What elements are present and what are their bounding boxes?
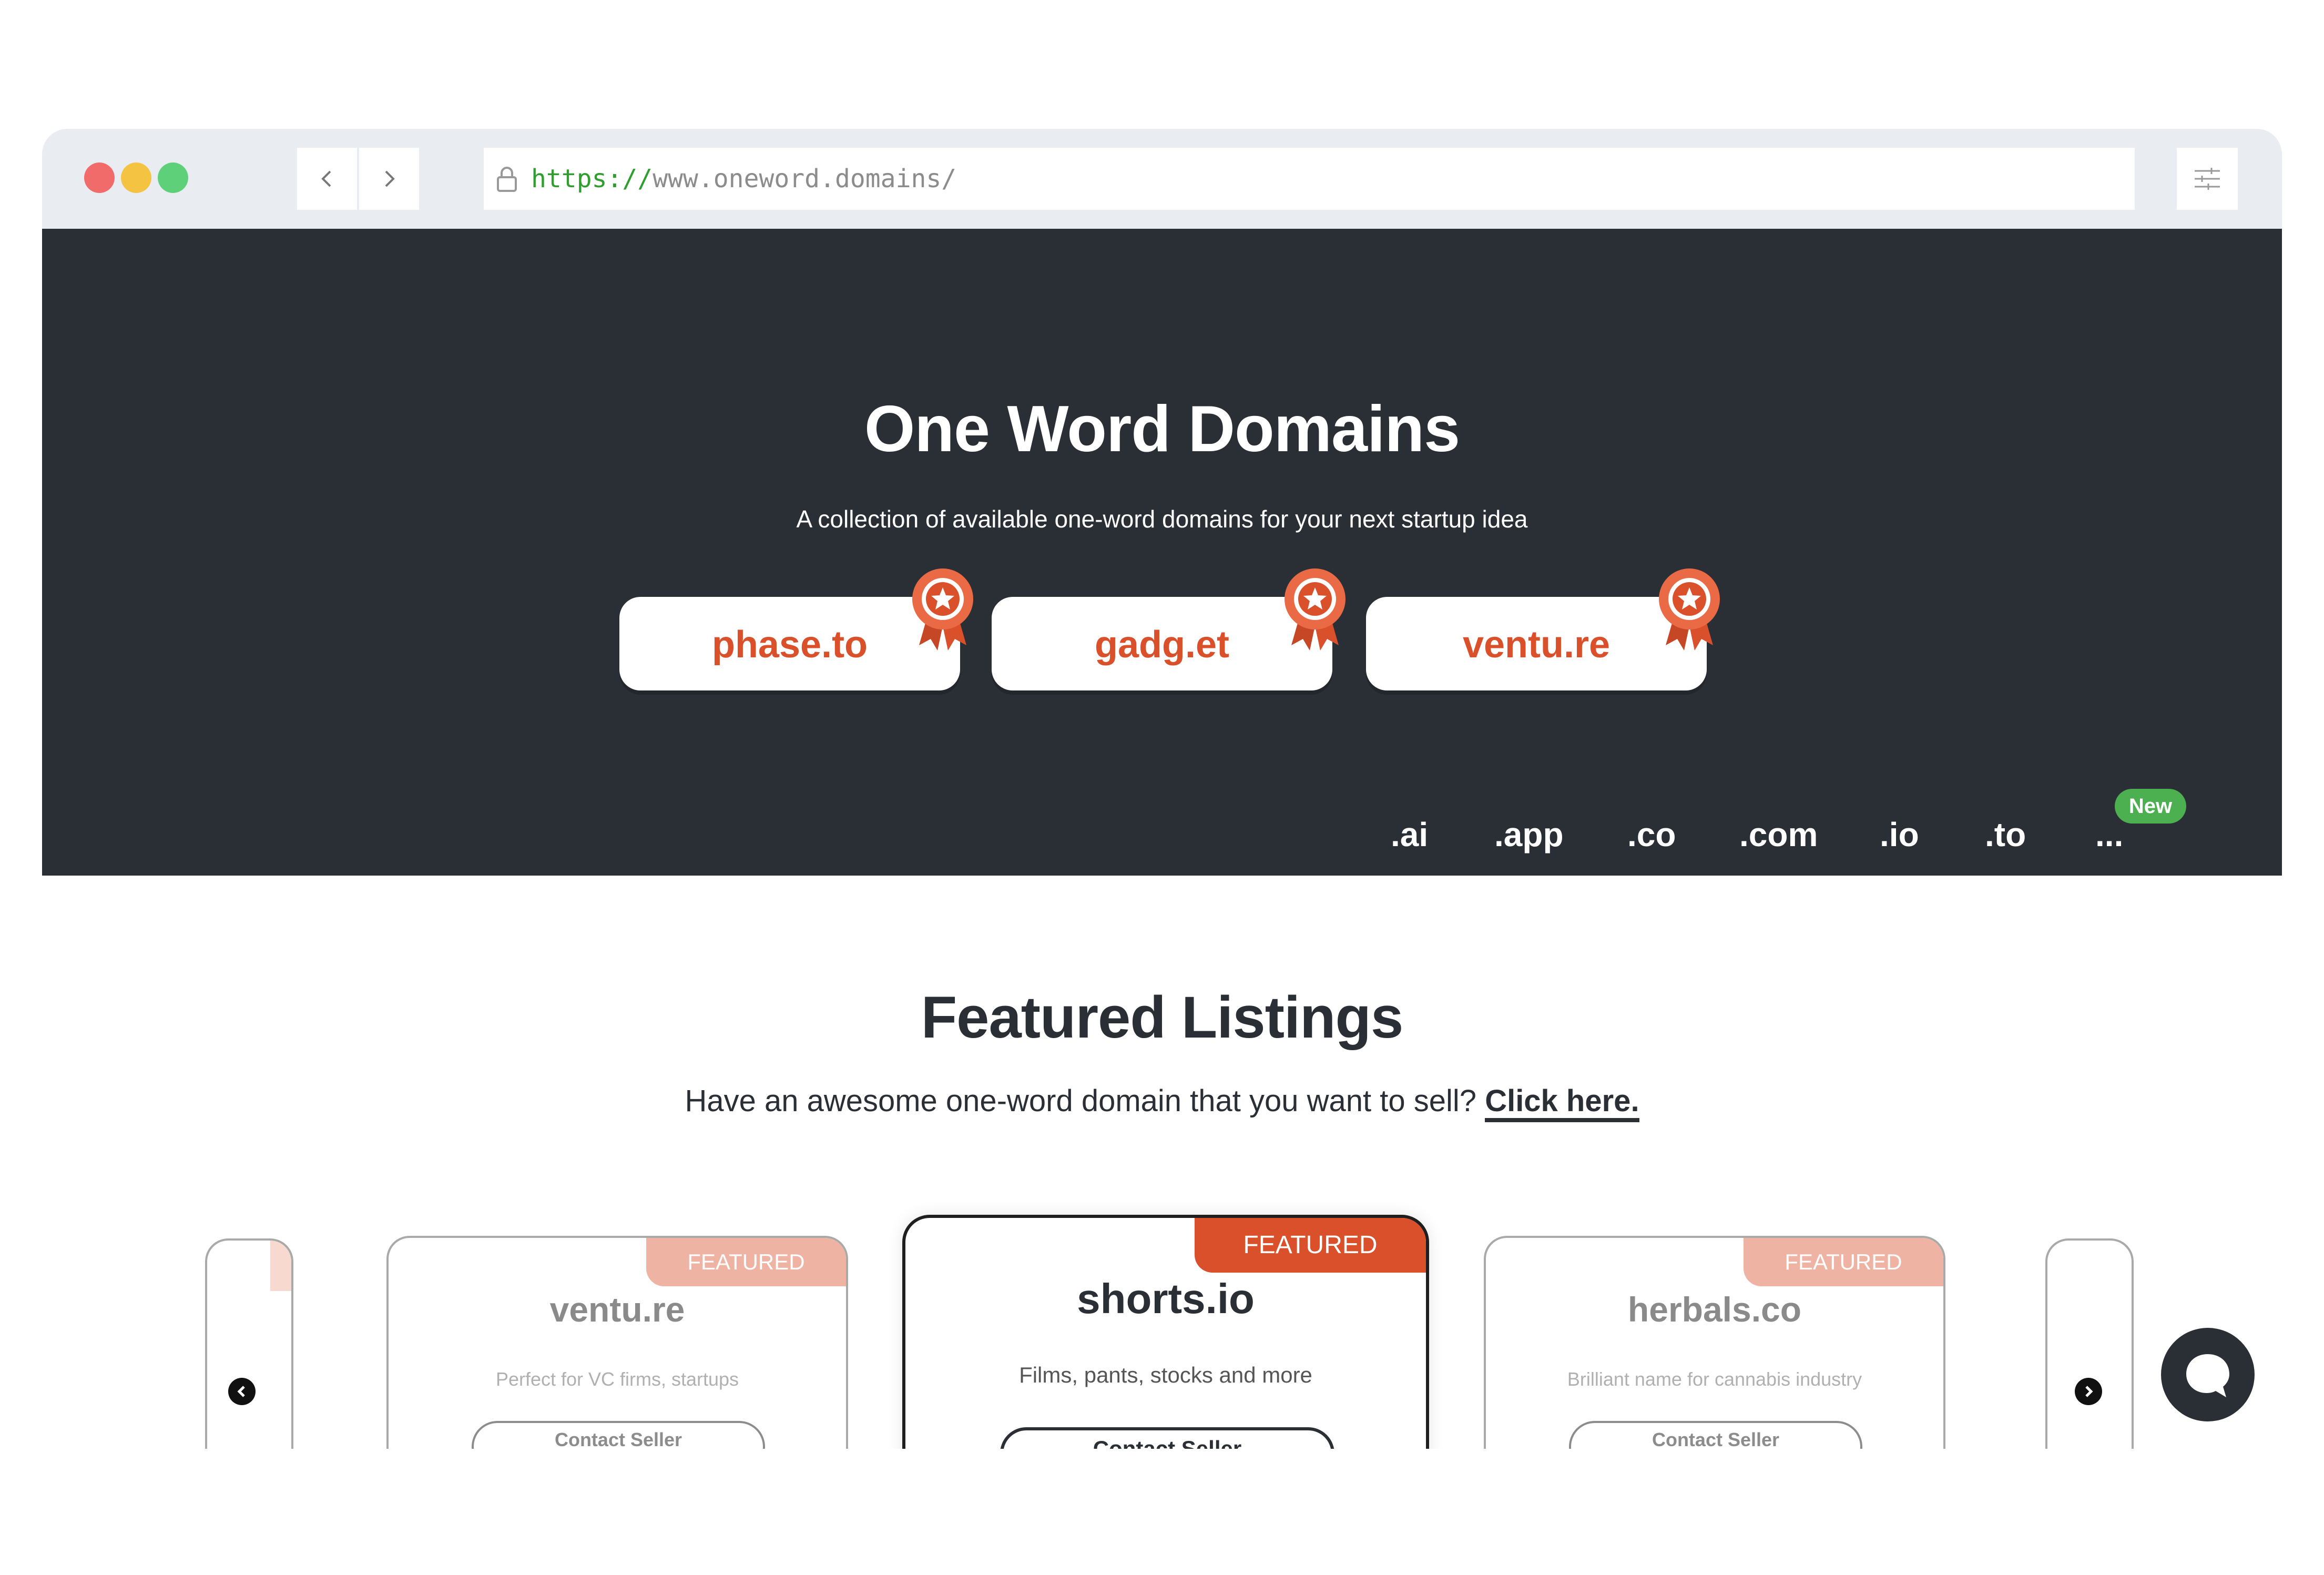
chat-button[interactable] [2161,1328,2255,1421]
award-ribbon-icon [912,568,973,651]
listing-card-active[interactable]: FEATURED shorts.io Films, pants, stocks … [902,1215,1429,1449]
new-badge: New [2115,789,2186,824]
carousel-card-partial [205,1238,293,1449]
tld-filter-com[interactable]: .com [1739,815,1818,854]
contact-seller-button[interactable]: Contact Seller [472,1421,765,1449]
url-host: www.oneword.domains/ [653,164,957,194]
featured-badge: FEATURED [1195,1218,1426,1273]
listing-description: Films, pants, stocks and more [1019,1363,1312,1387]
tld-filter-more[interactable]: ... [2095,815,2123,854]
chevron-left-icon [237,1386,245,1397]
featured-subtitle-text: Have an awesome one-word domain that you… [685,1084,1477,1118]
browser-window: https://www.oneword.domains/ One Word Do… [42,129,2282,876]
tld-filter-to[interactable]: .to [1985,815,2026,854]
browser-toolbar: https://www.oneword.domains/ [42,129,2282,229]
settings-button[interactable] [2177,148,2238,210]
chat-bubble-icon [2186,1354,2229,1397]
tld-filter-co[interactable]: .co [1627,815,1676,854]
close-window-dot[interactable] [84,162,115,193]
maximize-window-dot[interactable] [158,162,188,193]
listing-description: Perfect for VC firms, startups [495,1368,739,1390]
hero-section: One Word Domains A collection of availab… [42,229,2282,876]
badge-fragment [270,1241,291,1291]
carousel-next-button[interactable] [2075,1378,2102,1405]
tld-filter-ai[interactable]: .ai [1391,815,1428,854]
tld-filter-app[interactable]: .app [1494,815,1564,854]
award-ribbon-icon [1285,568,1346,651]
featured-domain-pill[interactable]: phase.to [619,568,973,690]
back-button[interactable] [297,148,357,210]
chevron-left-icon [321,170,331,187]
forward-button[interactable] [359,148,419,210]
hero-title: One Word Domains [864,393,1460,465]
minimize-window-dot[interactable] [121,162,151,193]
sliders-icon [2195,168,2220,190]
address-bar[interactable]: https://www.oneword.domains/ [484,148,2135,210]
featured-carousel: FEATURED ventu.re Perfect for VC firms, … [0,1199,2324,1449]
featured-domain-pill[interactable]: ventu.re [1366,568,1720,690]
listing-domain: herbals.co [1627,1290,1802,1329]
url-scheme: https:// [531,164,653,194]
chevron-right-icon [385,170,395,187]
carousel-card-partial [2045,1238,2134,1449]
listing-domain: shorts.io [1077,1275,1255,1322]
listing-description: Brilliant name for cannabis industry [1567,1368,1862,1390]
listing-card[interactable]: FEATURED herbals.co Brilliant name for c… [1484,1236,1945,1449]
contact-seller-button[interactable]: Contact Seller [1569,1421,1862,1449]
contact-seller-button[interactable]: Contact Seller [1000,1427,1334,1449]
featured-subtitle: Have an awesome one-word domain that you… [0,1083,2324,1122]
featured-badge: FEATURED [646,1238,846,1286]
listing-card[interactable]: FEATURED ventu.re Perfect for VC firms, … [386,1236,848,1449]
url-text: https://www.oneword.domains/ [531,164,956,194]
featured-badge: FEATURED [1744,1238,1943,1286]
featured-title: Featured Listings [921,984,1403,1050]
featured-domain-pill[interactable]: gadg.et [992,568,1346,690]
carousel-prev-button[interactable] [228,1378,256,1405]
sell-domain-link[interactable]: Click here. [1485,1084,1639,1122]
listing-domain: ventu.re [549,1290,685,1329]
chevron-right-icon [2085,1386,2093,1397]
award-ribbon-icon [1659,568,1720,651]
tld-filter-io[interactable]: .io [1880,815,1919,854]
lock-icon [497,167,517,192]
hero-subtitle: A collection of available one-word domai… [796,505,1528,533]
